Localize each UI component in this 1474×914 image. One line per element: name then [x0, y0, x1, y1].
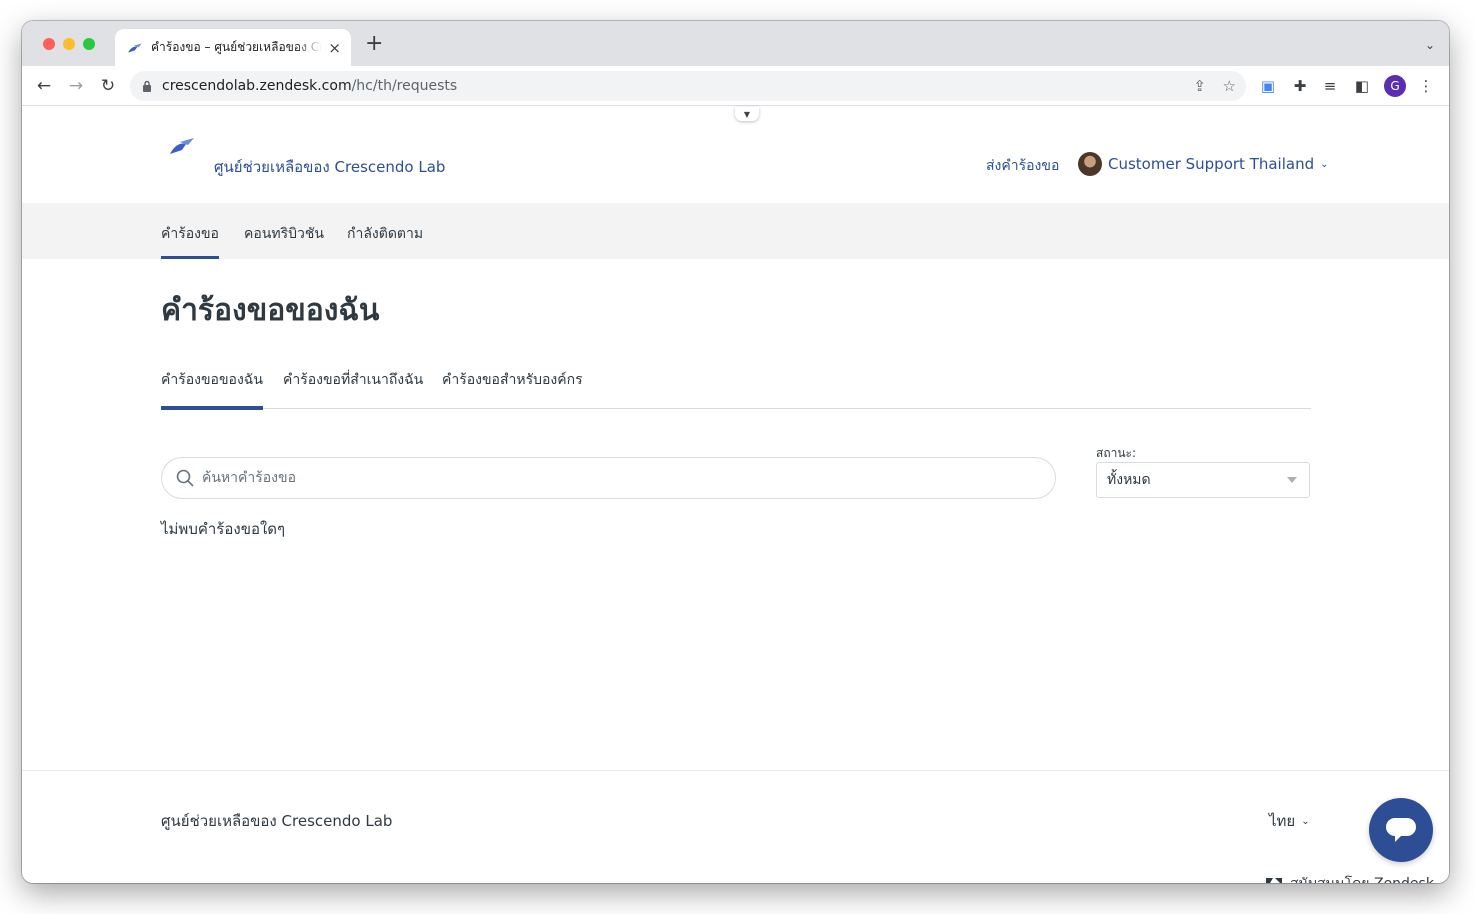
browser-tab[interactable]: คำร้องขอ – ศูนย์ช่วยเหลือของ Crescendo L…: [115, 29, 351, 66]
chat-bubble-icon: [1386, 818, 1416, 842]
subnav-item-requests[interactable]: คำร้องขอ: [161, 223, 219, 259]
tab-title: คำร้องขอ – ศูนย์ช่วยเหลือของ Crescendo L…: [151, 40, 323, 54]
close-window-button[interactable]: [43, 38, 55, 50]
caret-down-icon: [1287, 477, 1297, 483]
more-icon[interactable]: ⋮: [1416, 76, 1436, 96]
sidepanel-icon[interactable]: ◧: [1352, 76, 1372, 96]
language-label: ไทย: [1269, 812, 1296, 830]
status-select[interactable]: ทั้งหมด: [1096, 462, 1310, 498]
tab-my-requests[interactable]: คำร้องขอของฉัน: [161, 369, 263, 410]
star-icon[interactable]: ☆: [1223, 77, 1236, 95]
no-results-message: ไม่พบคำร้องขอใดๆ: [161, 520, 286, 538]
subnav-item-following[interactable]: กำลังติดตาม: [347, 223, 423, 245]
page-content: ศูนย์ช่วยเหลือของ Crescendo Lab ส่งคำร้อ…: [22, 107, 1449, 883]
zendesk-icon: [1266, 878, 1282, 883]
crescendo-logo-icon: [128, 42, 142, 53]
chevron-down-icon: ⌄: [1320, 158, 1329, 170]
page-title: คำร้องขอของฉัน: [161, 293, 380, 328]
chevron-down-icon[interactable]: ▼: [735, 107, 759, 121]
reload-icon[interactable]: ↻: [96, 74, 120, 98]
chat-button[interactable]: [1369, 798, 1433, 862]
language-selector[interactable]: ไทย ⌄: [1269, 809, 1310, 833]
subnav-item-contributions[interactable]: คอนทริบิวชัน: [244, 223, 324, 245]
powered-by-link[interactable]: สนับสนุนโดย Zendesk: [1266, 873, 1434, 883]
brand-link[interactable]: ศูนย์ช่วยเหลือของ Crescendo Lab: [214, 155, 445, 179]
status-label: สถานะ:: [1096, 446, 1137, 460]
tab-ccd-requests[interactable]: คำร้องขอที่สำเนาถึงฉัน: [283, 369, 423, 391]
browser-toolbar: ← → ↻ crescendolab.zendesk.com/hc/th/req…: [22, 66, 1449, 106]
sub-navigation: คำร้องขอ คอนทริบิวชัน กำลังติดตาม: [22, 203, 1449, 259]
minimize-window-button[interactable]: [63, 38, 75, 50]
extension-icon[interactable]: ▣: [1258, 76, 1278, 96]
tab-strip: คำร้องขอ – ศูนย์ช่วยเหลือของ Crescendo L…: [22, 21, 1449, 66]
url-host: crescendolab.zendesk.com: [162, 78, 352, 94]
powered-by-text: สนับสนุนโดย Zendesk: [1290, 873, 1434, 883]
puzzle-icon[interactable]: ✚: [1290, 76, 1310, 96]
lock-icon: [143, 80, 151, 92]
search-input[interactable]: [202, 470, 1055, 486]
user-menu[interactable]: Customer Support Thailand ⌄: [1078, 152, 1329, 176]
submit-request-link[interactable]: ส่งคำร้องขอ: [986, 155, 1059, 177]
back-icon[interactable]: ←: [32, 74, 56, 98]
user-name: Customer Support Thailand: [1108, 155, 1315, 173]
tab-search-icon[interactable]: ⌄: [1425, 38, 1435, 52]
footer-brand-link[interactable]: ศูนย์ช่วยเหลือของ Crescendo Lab: [161, 809, 392, 833]
forward-icon[interactable]: →: [64, 74, 88, 98]
status-value: ทั้งหมด: [1107, 472, 1151, 488]
avatar: [1078, 152, 1102, 176]
url-path: /hc/th/requests: [351, 78, 458, 94]
chevron-down-icon: ⌄: [1301, 815, 1310, 827]
profile-avatar[interactable]: G: [1384, 75, 1406, 97]
url-text: crescendolab.zendesk.com/hc/th/requests: [162, 78, 457, 94]
search-box[interactable]: [161, 457, 1056, 499]
search-icon: [176, 469, 194, 487]
new-tab-button[interactable]: +: [365, 33, 383, 55]
media-icon[interactable]: ≡: [1320, 76, 1340, 96]
zoom-window-button[interactable]: [83, 38, 95, 50]
tab-organization-requests[interactable]: คำร้องขอสำหรับองค์กร: [442, 369, 583, 391]
close-tab-icon[interactable]: ×: [328, 39, 341, 57]
site-header: ศูนย์ช่วยเหลือของ Crescendo Lab ส่งคำร้อ…: [22, 107, 1449, 203]
address-bar[interactable]: crescendolab.zendesk.com/hc/th/requests …: [130, 71, 1246, 101]
request-tabs: คำร้องขอของฉัน คำร้องขอที่สำเนาถึงฉัน คำ…: [161, 369, 1311, 410]
crescendo-logo-icon[interactable]: [168, 136, 196, 156]
share-icon[interactable]: ⇪: [1193, 77, 1206, 95]
footer: ศูนย์ช่วยเหลือของ Crescendo Lab ไทย ⌄ สน…: [22, 770, 1449, 883]
browser-window: คำร้องขอ – ศูนย์ช่วยเหลือของ Crescendo L…: [22, 21, 1449, 883]
